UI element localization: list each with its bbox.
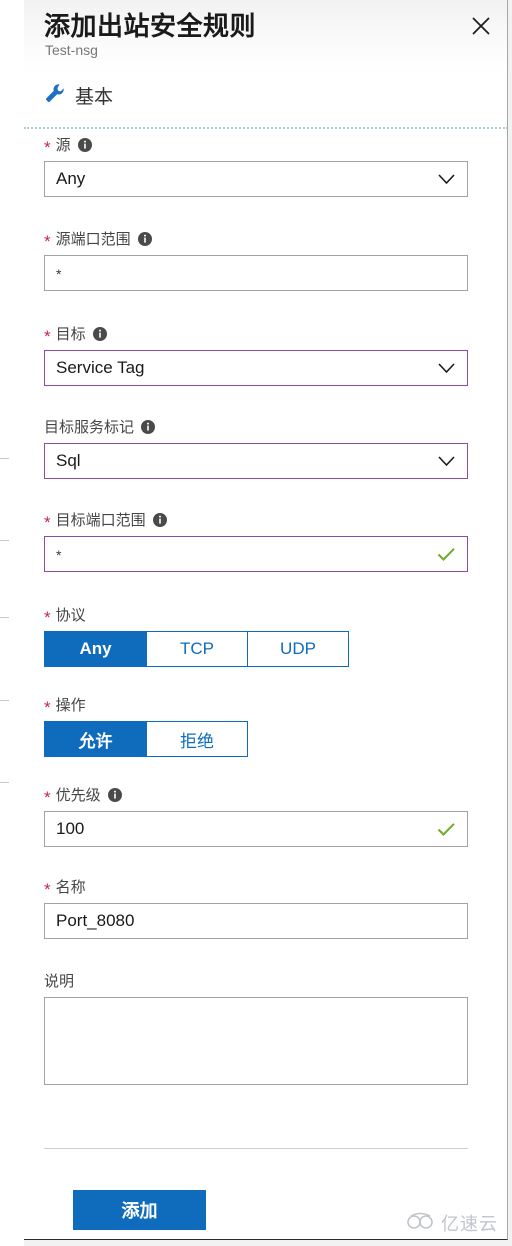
source-value: Any — [56, 169, 86, 188]
action-segmented-control[interactable]: 允许 拒绝 — [44, 721, 248, 757]
tab-basic-label: 基本 — [75, 87, 114, 108]
field-name: * 名称 Port_8080 — [44, 875, 468, 939]
required-indicator: * — [44, 512, 51, 532]
field-source: * 源 Any — [44, 133, 468, 197]
required-indicator: * — [44, 879, 51, 899]
source-port-ranges-input[interactable]: * — [44, 255, 468, 291]
protocol-option-tcp[interactable]: TCP — [146, 632, 247, 666]
label-text: 目标端口范围 — [55, 511, 146, 529]
required-indicator: * — [44, 137, 51, 157]
name-value: Port_8080 — [56, 911, 135, 930]
section-divider — [24, 127, 507, 129]
destination-service-tag-value: Sql — [56, 451, 81, 470]
watermark-text: 亿速云 — [441, 1214, 498, 1234]
blade-header: 添加出站安全规则 Test-nsg — [24, 0, 507, 74]
field-priority-label: * 优先级 — [44, 783, 468, 807]
valid-check-icon — [437, 822, 456, 837]
field-destination-label: * 目标 — [44, 322, 468, 346]
destination-service-tag-dropdown[interactable]: Sql — [44, 443, 468, 479]
chevron-down-icon — [438, 362, 455, 374]
field-description: 说明 — [44, 969, 468, 1085]
required-indicator: * — [44, 607, 51, 627]
destination-port-ranges-input[interactable]: * — [44, 536, 468, 572]
close-button[interactable] — [461, 6, 501, 46]
field-destination-port-ranges: * 目标端口范围 * — [44, 508, 468, 572]
watermark: 亿速云 — [406, 1210, 498, 1236]
footer-divider — [44, 1148, 468, 1149]
destination-dropdown[interactable]: Service Tag — [44, 350, 468, 386]
field-description-label: 说明 — [44, 969, 468, 991]
info-icon[interactable] — [107, 788, 122, 802]
cloud-icon — [406, 1212, 436, 1235]
info-icon[interactable] — [141, 420, 156, 434]
field-source-label: * 源 — [44, 133, 468, 157]
field-priority: * 优先级 100 — [44, 783, 468, 847]
description-textarea[interactable] — [44, 997, 468, 1085]
label-text: 源 — [55, 136, 71, 154]
field-action-label: * 操作 — [44, 693, 468, 717]
priority-value: 100 — [56, 819, 85, 838]
field-source-port-ranges: * 源端口范围 * — [44, 227, 468, 291]
info-icon[interactable] — [77, 138, 92, 152]
protocol-option-udp[interactable]: UDP — [247, 632, 348, 666]
name-input[interactable]: Port_8080 — [44, 903, 468, 939]
label-text: 源端口范围 — [55, 230, 131, 248]
source-port-ranges-value: * — [56, 266, 62, 282]
field-destination-port-ranges-label: * 目标端口范围 — [44, 508, 468, 532]
page-title: 添加出站安全规则 — [44, 11, 257, 41]
label-text: 协议 — [55, 606, 86, 624]
background-page-sliver: ) ) — [0, 0, 24, 1246]
destination-port-ranges-value: * — [56, 547, 62, 563]
priority-input[interactable]: 100 — [44, 811, 468, 847]
required-indicator: * — [44, 326, 51, 346]
source-dropdown[interactable]: Any — [44, 161, 468, 197]
wrench-icon — [44, 82, 66, 109]
field-destination-service-tag: 目标服务标记 Sql — [44, 415, 468, 479]
required-indicator: * — [44, 231, 51, 251]
field-name-label: * 名称 — [44, 875, 468, 899]
info-icon[interactable] — [137, 232, 152, 246]
destination-value: Service Tag — [56, 358, 145, 377]
field-destination-service-tag-label: 目标服务标记 — [44, 415, 468, 437]
field-source-port-ranges-label: * 源端口范围 — [44, 227, 468, 251]
action-option-allow[interactable]: 允许 — [45, 722, 146, 756]
action-option-deny[interactable]: 拒绝 — [146, 722, 247, 756]
label-text: 说明 — [44, 972, 75, 990]
protocol-option-any[interactable]: Any — [45, 632, 146, 666]
blade-subtitle: Test-nsg — [45, 42, 98, 58]
required-indicator: * — [44, 697, 51, 717]
screen: ) ) 添加出站安全规则 Test-nsg 基本 — [0, 0, 512, 1246]
field-action: * 操作 允许 拒绝 — [44, 693, 468, 757]
required-indicator: * — [44, 787, 51, 807]
protocol-segmented-control[interactable]: Any TCP UDP — [44, 631, 349, 667]
chevron-down-icon — [438, 455, 455, 467]
valid-check-icon — [437, 547, 456, 562]
add-button[interactable]: 添加 — [74, 1191, 205, 1229]
info-icon[interactable] — [92, 327, 107, 341]
field-protocol-label: * 协议 — [44, 603, 468, 627]
label-text: 名称 — [55, 878, 86, 896]
info-icon[interactable] — [152, 513, 167, 527]
close-icon — [469, 14, 493, 38]
label-text: 优先级 — [55, 786, 101, 804]
field-destination: * 目标 Service Tag — [44, 322, 468, 386]
label-text: 操作 — [55, 696, 86, 714]
label-text: 目标服务标记 — [44, 418, 135, 436]
field-protocol: * 协议 Any TCP UDP — [44, 603, 468, 667]
label-text: 目标 — [55, 325, 86, 343]
add-outbound-security-rule-blade: 添加出站安全规则 Test-nsg 基本 * 源 Any * 源端口范围 * *… — [24, 0, 508, 1240]
chevron-down-icon — [438, 173, 455, 185]
tab-basic[interactable]: 基本 — [44, 82, 113, 109]
